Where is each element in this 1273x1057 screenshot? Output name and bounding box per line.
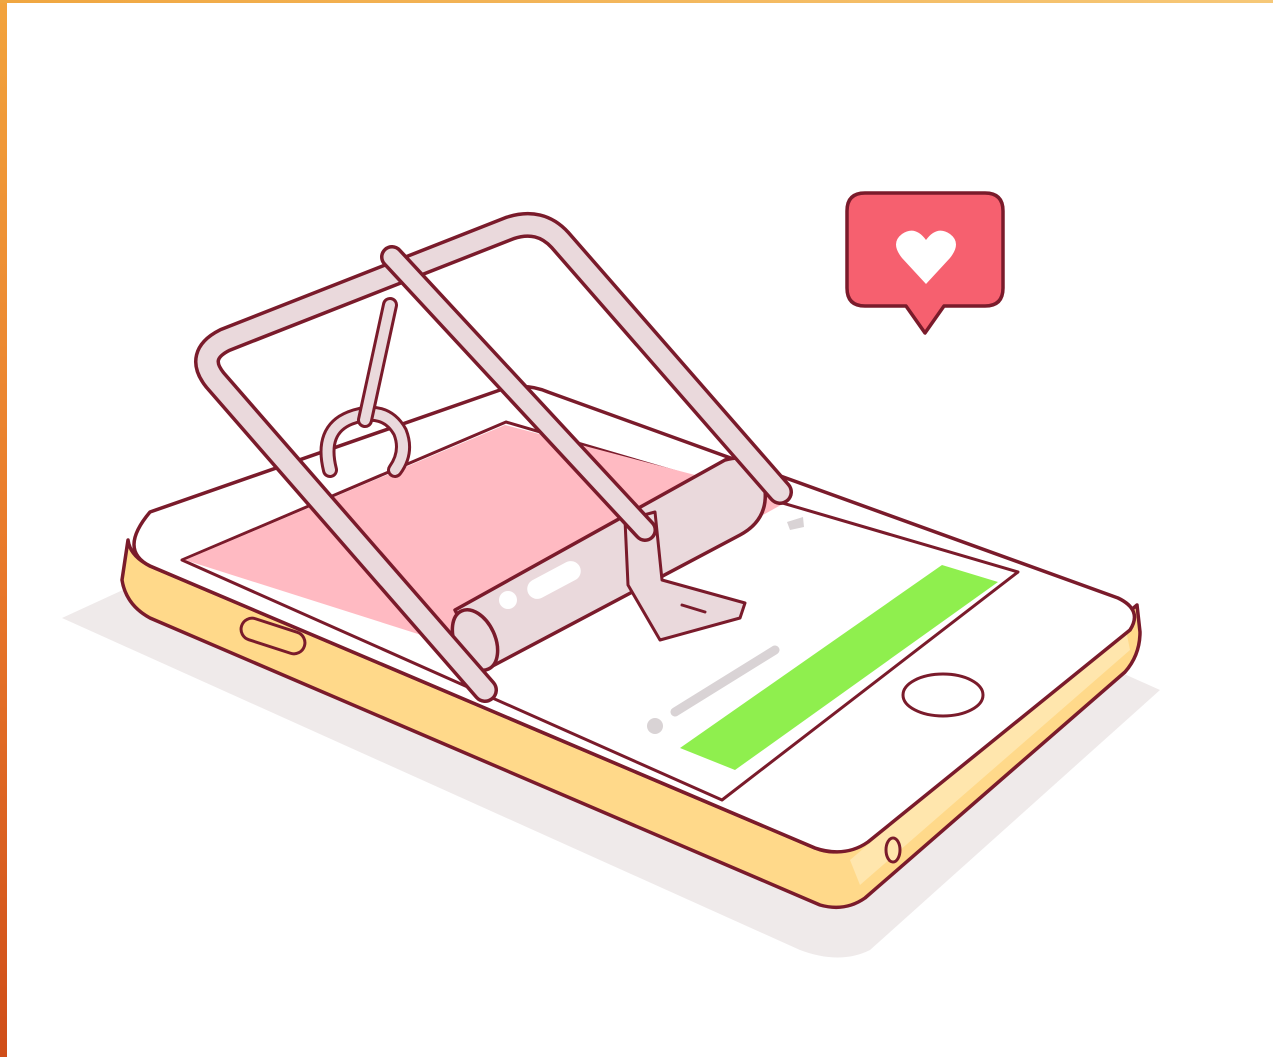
- home-button-icon: [901, 672, 985, 718]
- side-port-icon: [884, 836, 902, 864]
- illustration-canvas: [0, 0, 1273, 1057]
- screen-text-dot: [647, 718, 663, 734]
- phone-trap-illustration: [62, 191, 1160, 958]
- like-notification: [845, 191, 1005, 335]
